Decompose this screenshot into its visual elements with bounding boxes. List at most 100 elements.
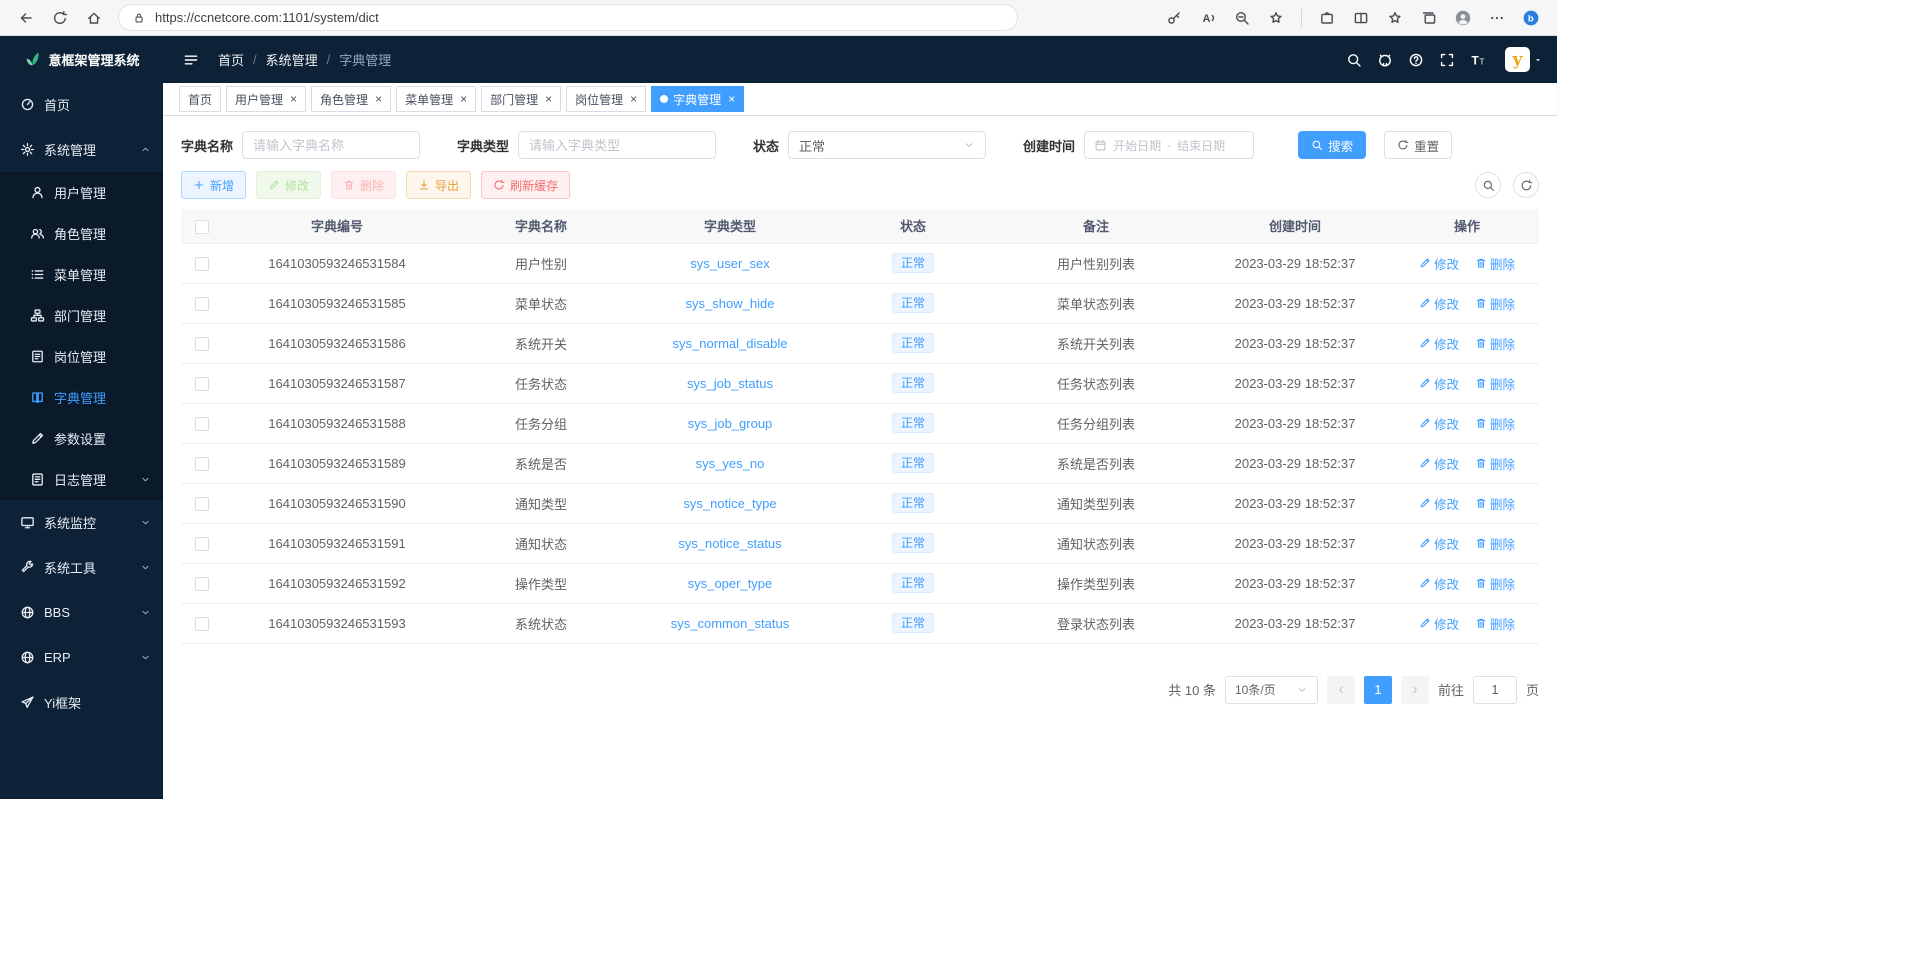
edit-button[interactable]: 修改: [1419, 334, 1459, 353]
refresh-button[interactable]: [44, 3, 76, 33]
toolbar-button-3[interactable]: 导出: [406, 171, 471, 199]
sidebar-item-12[interactable]: BBS: [0, 590, 163, 635]
row-checkbox[interactable]: [195, 617, 209, 631]
fullscreen-button[interactable]: [1433, 48, 1461, 72]
tab-0[interactable]: 首页: [179, 86, 221, 112]
toolbar-button-0[interactable]: 新增: [181, 171, 246, 199]
next-page-button[interactable]: [1401, 676, 1429, 704]
tab-2[interactable]: 角色管理×: [311, 86, 391, 112]
sidebar-item-14[interactable]: Yi框架: [0, 680, 163, 725]
home-button[interactable]: [78, 3, 110, 33]
row-checkbox[interactable]: [195, 337, 209, 351]
extensions-button[interactable]: [1311, 3, 1343, 33]
status-select[interactable]: 正常: [788, 131, 986, 159]
dict-type-link[interactable]: sys_user_sex: [690, 256, 769, 271]
dict-type-link[interactable]: sys_common_status: [671, 616, 790, 631]
delete-button[interactable]: 删除: [1475, 374, 1515, 393]
goto-page-input[interactable]: [1473, 676, 1517, 704]
sidebar-item-6[interactable]: 岗位管理: [0, 336, 163, 377]
delete-button[interactable]: 删除: [1475, 254, 1515, 273]
edit-button[interactable]: 修改: [1419, 494, 1459, 513]
edit-button[interactable]: 修改: [1419, 574, 1459, 593]
reset-button[interactable]: 重置: [1384, 131, 1452, 159]
sidebar-item-10[interactable]: 系统监控: [0, 500, 163, 545]
tab-close-icon[interactable]: ×: [460, 93, 467, 105]
split-screen-button[interactable]: [1345, 3, 1377, 33]
current-page-button[interactable]: 1: [1364, 676, 1392, 704]
tab-4[interactable]: 部门管理×: [481, 86, 561, 112]
dict-type-link[interactable]: sys_job_status: [687, 376, 773, 391]
edit-button[interactable]: 修改: [1419, 294, 1459, 313]
sidebar-item-3[interactable]: 角色管理: [0, 213, 163, 254]
row-checkbox[interactable]: [195, 577, 209, 591]
add-favorite-button[interactable]: [1260, 3, 1292, 33]
more-menu-button[interactable]: [1481, 3, 1513, 33]
read-aloud-button[interactable]: A: [1192, 3, 1224, 33]
help-button[interactable]: [1402, 48, 1430, 72]
dict-type-input[interactable]: [518, 131, 716, 159]
github-button[interactable]: [1371, 48, 1399, 72]
dict-name-input[interactable]: [242, 131, 420, 159]
edit-button[interactable]: 修改: [1419, 614, 1459, 633]
back-button[interactable]: [10, 3, 42, 33]
tab-close-icon[interactable]: ×: [630, 93, 637, 105]
toggle-search-button[interactable]: [1475, 172, 1501, 198]
font-size-button[interactable]: TT: [1464, 48, 1492, 72]
select-all-checkbox[interactable]: [195, 220, 209, 234]
sidebar-item-2[interactable]: 用户管理: [0, 172, 163, 213]
zoom-button[interactable]: [1226, 3, 1258, 33]
row-checkbox[interactable]: [195, 537, 209, 551]
sidebar-toggle-button[interactable]: [177, 48, 205, 72]
row-checkbox[interactable]: [195, 497, 209, 511]
sidebar-item-8[interactable]: 参数设置: [0, 418, 163, 459]
tab-close-icon[interactable]: ×: [545, 93, 552, 105]
row-checkbox[interactable]: [195, 417, 209, 431]
row-checkbox[interactable]: [195, 297, 209, 311]
sidebar-item-9[interactable]: 日志管理: [0, 459, 163, 500]
row-checkbox[interactable]: [195, 457, 209, 471]
edit-button[interactable]: 修改: [1419, 454, 1459, 473]
page-size-select[interactable]: 10条/页: [1225, 676, 1318, 704]
dict-type-link[interactable]: sys_normal_disable: [673, 336, 788, 351]
dict-type-link[interactable]: sys_notice_status: [678, 536, 781, 551]
refresh-table-button[interactable]: [1513, 172, 1539, 198]
password-manager-button[interactable]: [1158, 3, 1190, 33]
delete-button[interactable]: 删除: [1475, 614, 1515, 633]
dict-type-link[interactable]: sys_show_hide: [686, 296, 775, 311]
edit-button[interactable]: 修改: [1419, 374, 1459, 393]
toolbar-button-4[interactable]: 刷新缓存: [481, 171, 570, 199]
sidebar-item-7[interactable]: 字典管理: [0, 377, 163, 418]
sidebar-item-1[interactable]: 系统管理: [0, 127, 163, 172]
sidebar-item-13[interactable]: ERP: [0, 635, 163, 680]
dict-type-link[interactable]: sys_yes_no: [696, 456, 765, 471]
breadcrumb-item[interactable]: 系统管理: [266, 50, 318, 69]
sidebar-item-11[interactable]: 系统工具: [0, 545, 163, 590]
edit-button[interactable]: 修改: [1419, 534, 1459, 553]
profile-button[interactable]: [1447, 3, 1479, 33]
user-menu[interactable]: y: [1505, 47, 1543, 72]
header-search-button[interactable]: [1340, 48, 1368, 72]
tab-1[interactable]: 用户管理×: [226, 86, 306, 112]
tab-5[interactable]: 岗位管理×: [566, 86, 646, 112]
tab-close-icon[interactable]: ×: [375, 93, 382, 105]
favorites-button[interactable]: [1379, 3, 1411, 33]
edit-button[interactable]: 修改: [1419, 254, 1459, 273]
delete-button[interactable]: 删除: [1475, 454, 1515, 473]
delete-button[interactable]: 删除: [1475, 534, 1515, 553]
toolbar-button-2[interactable]: 删除: [331, 171, 396, 199]
tab-close-icon[interactable]: ×: [290, 93, 297, 105]
address-bar[interactable]: https://ccnetcore.com:1101/system/dict: [118, 4, 1018, 31]
dict-type-link[interactable]: sys_oper_type: [688, 576, 773, 591]
delete-button[interactable]: 删除: [1475, 414, 1515, 433]
dict-type-link[interactable]: sys_notice_type: [683, 496, 776, 511]
tab-6[interactable]: 字典管理×: [651, 86, 744, 112]
collections-button[interactable]: [1413, 3, 1445, 33]
search-button[interactable]: 搜索: [1298, 131, 1366, 159]
delete-button[interactable]: 删除: [1475, 334, 1515, 353]
dict-type-link[interactable]: sys_job_group: [688, 416, 773, 431]
sidebar-item-5[interactable]: 部门管理: [0, 295, 163, 336]
row-checkbox[interactable]: [195, 257, 209, 271]
delete-button[interactable]: 删除: [1475, 574, 1515, 593]
date-range-picker[interactable]: 开始日期 - 结束日期: [1084, 131, 1254, 159]
breadcrumb-item[interactable]: 首页: [218, 50, 244, 69]
